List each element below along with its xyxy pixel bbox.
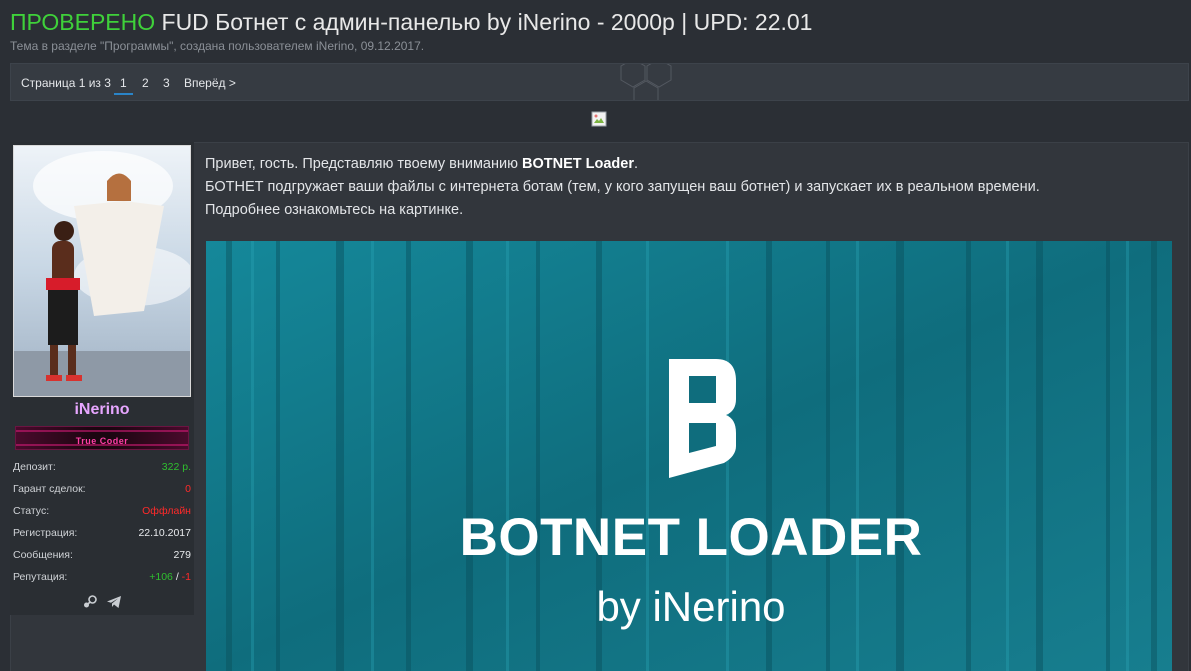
page-navigation: Страница 1 из 3 1 2 3 Вперёд > (10, 63, 1189, 101)
thread-title-text: FUD Ботнет с админ-панелью by iNerino - … (161, 9, 813, 35)
post-image-headline: BOTNET LOADER (459, 508, 923, 567)
reputation-positive[interactable]: +106 (149, 571, 173, 583)
username[interactable]: iNerino (10, 401, 194, 419)
post-text: . (633, 156, 638, 172)
userbar-text: True Coder (75, 436, 129, 446)
reputation-separator: / (175, 571, 179, 583)
avatar-image (14, 146, 190, 396)
thread-prefix-verified: ПРОВЕРЕНО (10, 9, 156, 35)
post-body: Привет, гость. Представляю твоему вниман… (205, 153, 1185, 222)
userbar-badge: True Coder (15, 426, 189, 450)
post-line-1: Привет, гость. Представляю твоему вниман… (205, 153, 1185, 176)
stat-value: 322 р. (161, 461, 191, 473)
thread-header: ПРОВЕРЕНО FUD Ботнет с админ-панелью by … (0, 0, 1191, 60)
stat-label: Гарант сделок: (13, 483, 86, 495)
stat-deposit: Депозит: 322 р. (13, 461, 191, 479)
avatar[interactable] (13, 145, 191, 397)
post-bold-text: BOTNET Loader (521, 156, 634, 172)
post-line-3: Подробнее ознакомьтесь на картинке. (205, 202, 464, 218)
reputation-negative[interactable]: -1 (182, 571, 191, 583)
stat-label: Депозит: (13, 461, 56, 473)
post-image-byline: by iNerino (596, 583, 786, 630)
page-link-1[interactable]: 1 (114, 76, 133, 95)
thread-subtitle: Тема в разделе "Программы", создана поль… (10, 39, 425, 53)
post-text: Привет, гость. Представляю твоему вниман… (205, 156, 522, 172)
post-line-2: БОТНЕТ подгружает ваши файлы с интернета… (205, 179, 1040, 195)
hexagon-decoration-icon (620, 64, 672, 100)
page-link-2[interactable]: 2 (142, 76, 149, 90)
thread-title: ПРОВЕРЕНО FUD Ботнет с админ-панелью by … (10, 8, 812, 36)
page-link-3[interactable]: 3 (163, 76, 170, 90)
stat-label: Репутация: (13, 571, 68, 583)
stat-value: 0 (185, 483, 191, 495)
botnet-logo-icon (669, 359, 736, 478)
page-count-label: Страница 1 из 3 (21, 76, 111, 90)
broken-image-icon (591, 111, 607, 127)
next-page-link[interactable]: Вперёд > (184, 76, 236, 90)
stat-value: +106 / -1 (149, 571, 191, 583)
stat-escrow: Гарант сделок: 0 (13, 483, 191, 501)
